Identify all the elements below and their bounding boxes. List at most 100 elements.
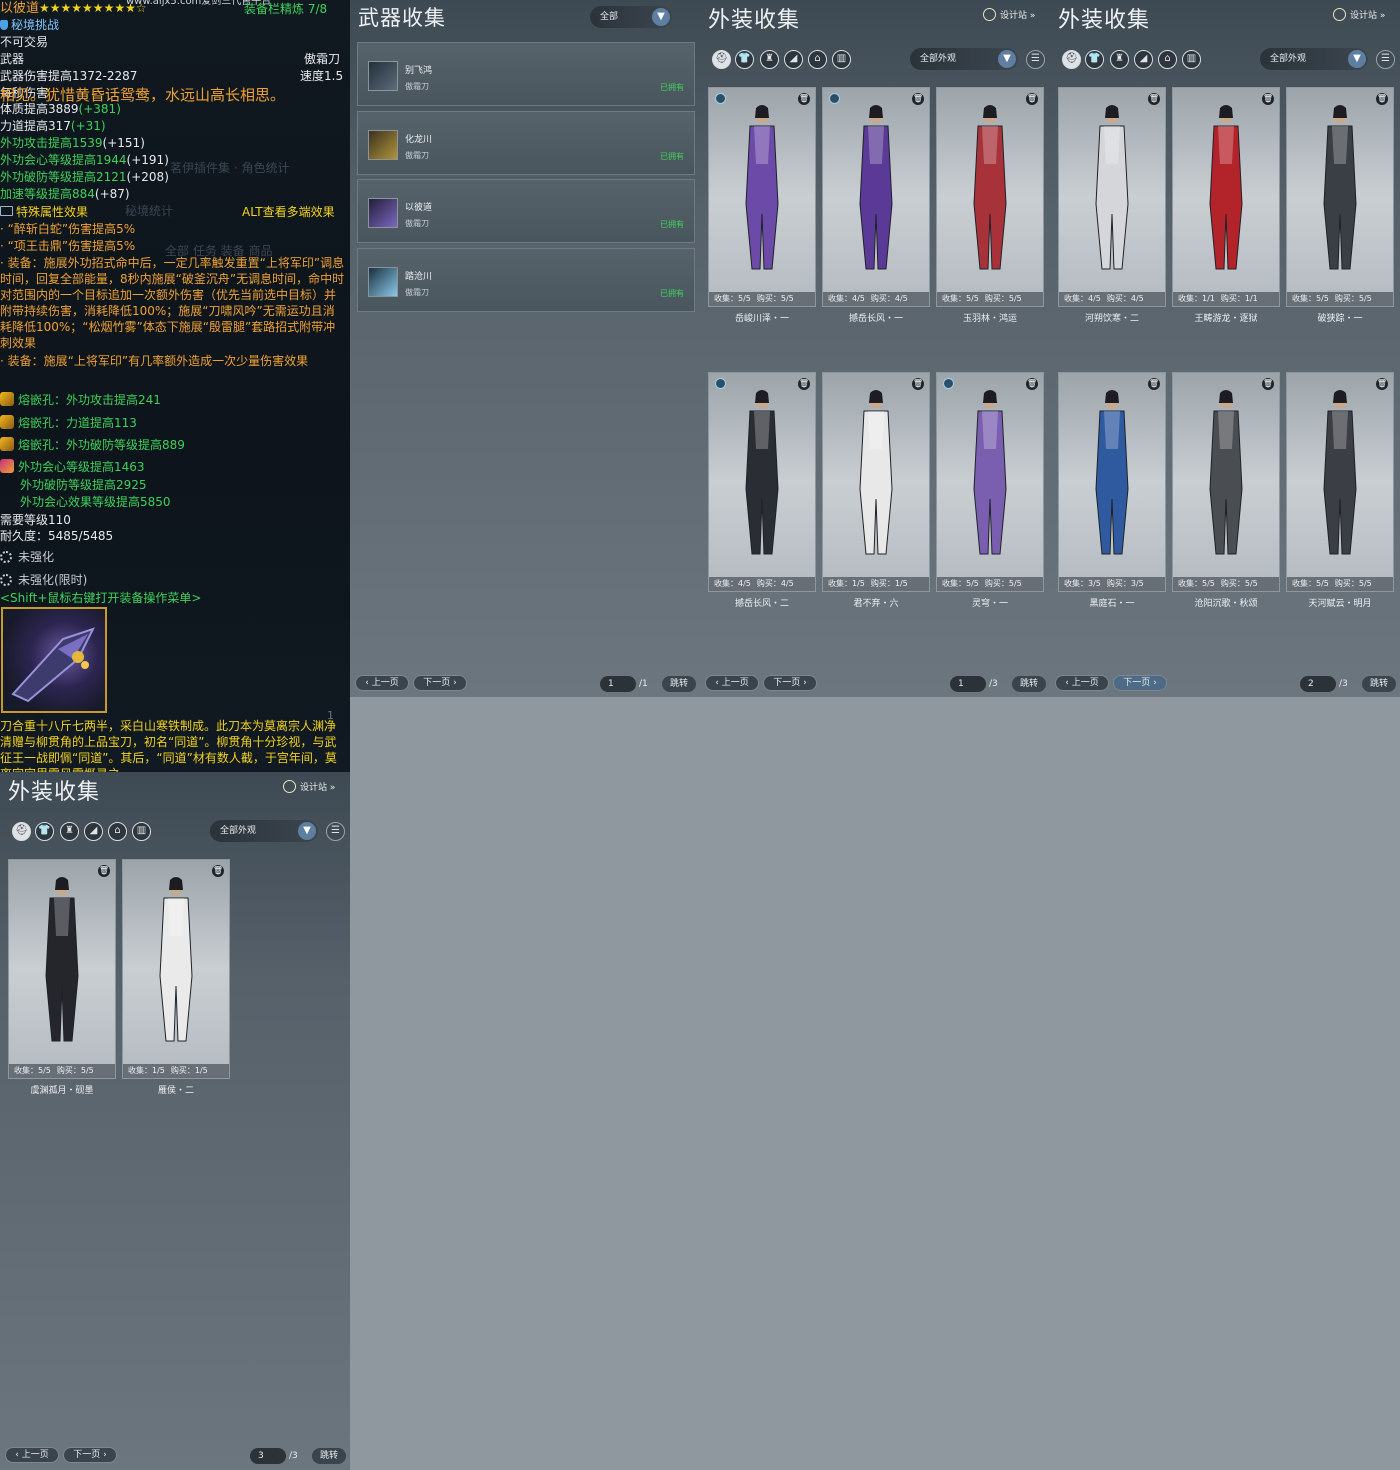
trash-icon[interactable]: 🗑 bbox=[212, 865, 224, 877]
gem-icon bbox=[0, 437, 14, 451]
outfit-name: 雁侯・二 bbox=[157, 1086, 194, 1096]
next-page-button[interactable]: 下一页 › bbox=[1113, 675, 1167, 691]
effect-3: · 装备：施展外功招式命中后，一定几率触发重置“上将军印”调息时间，回复全部能量… bbox=[0, 256, 345, 350]
weapon-type: 傲霜刀 bbox=[405, 288, 429, 297]
buy-count: 购买：5/5 bbox=[1334, 294, 1372, 303]
outfit-card[interactable]: 🗑 收集：1/5 购买：1/5 bbox=[122, 859, 230, 1079]
outfit-card[interactable]: 🗑 收集：3/5 购买：3/5 bbox=[1058, 372, 1166, 592]
designer-link[interactable]: 设计站 » bbox=[283, 780, 335, 793]
top-icon[interactable]: 👕 bbox=[735, 50, 754, 69]
collect-stats: 收集：5/5 购买：5/5 bbox=[9, 1064, 115, 1078]
item-description: 刀合重十八斤七两半，采白山寒铁制成。此刀本为莫离宗人渊净清赠与柳贯角的上品宝刀，… bbox=[0, 719, 337, 772]
designer-link[interactable]: 设计站 » bbox=[983, 8, 1035, 21]
waist-icon[interactable]: ♜ bbox=[60, 822, 79, 841]
outfit-card[interactable]: 🗑 收集：5/5 购买：5/5 bbox=[936, 87, 1044, 307]
trash-icon[interactable]: 🗑 bbox=[1026, 93, 1038, 105]
outfit-card[interactable]: 🗑 收集：5/5 购买：5/5 bbox=[708, 87, 816, 307]
outfit-card[interactable]: 🗑 收集：1/1 购买：1/1 bbox=[1172, 87, 1280, 307]
next-page-button[interactable]: 下一页 › bbox=[763, 675, 817, 691]
gear-icon bbox=[0, 551, 12, 563]
panel-title: 武器收集 bbox=[358, 6, 446, 30]
filter-settings-icon[interactable]: ☰ bbox=[1376, 50, 1395, 69]
trash-icon[interactable]: 🗑 bbox=[798, 378, 810, 390]
prev-page-button[interactable]: ‹ 上一页 bbox=[1055, 675, 1109, 691]
page-input[interactable]: 3 bbox=[250, 1448, 286, 1464]
hat-icon[interactable]: ⌂ bbox=[1158, 50, 1177, 69]
next-page-button[interactable]: 下一页 › bbox=[63, 1447, 117, 1463]
trash-icon[interactable]: 🗑 bbox=[1262, 93, 1274, 105]
trash-icon[interactable]: 🗑 bbox=[1376, 93, 1388, 105]
chevron-down-icon: ▼ bbox=[298, 822, 316, 840]
trash-icon[interactable]: 🗑 bbox=[1026, 378, 1038, 390]
trash-icon[interactable]: 🗑 bbox=[1262, 378, 1274, 390]
outfit-card[interactable]: 🗑 收集：5/5 购买：5/5 bbox=[8, 859, 116, 1079]
jump-button[interactable]: 跳转 bbox=[662, 676, 696, 692]
head-icon[interactable]: ⛑ bbox=[1062, 50, 1081, 69]
trash-icon[interactable]: 🗑 bbox=[798, 93, 810, 105]
outfit-card[interactable]: 🗑 收集：5/5 购买：5/5 bbox=[1172, 372, 1280, 592]
weapon-item[interactable]: 以彼道 傲霜刀 已拥有 bbox=[357, 179, 695, 243]
enchant-icon bbox=[0, 459, 14, 473]
weapon-filter-dropdown[interactable]: 全部 ▼ bbox=[590, 6, 672, 28]
jump-button[interactable]: 跳转 bbox=[1012, 676, 1046, 692]
waist-icon[interactable]: ♜ bbox=[760, 50, 779, 69]
outfit-card[interactable]: 🗑 收集：1/5 购买：1/5 bbox=[822, 372, 930, 592]
collect-stats: 收集：4/5 购买：4/5 bbox=[709, 577, 815, 591]
prev-page-button[interactable]: ‹ 上一页 bbox=[705, 675, 759, 691]
head-icon[interactable]: ⛑ bbox=[712, 50, 731, 69]
trash-icon[interactable]: 🗑 bbox=[1376, 378, 1388, 390]
filter-settings-icon[interactable]: ☰ bbox=[326, 822, 345, 841]
outfit-card[interactable]: 🗑 收集：4/5 购买：4/5 bbox=[822, 87, 930, 307]
collect-stats: 收集：5/5 购买：5/5 bbox=[1173, 577, 1279, 591]
jump-button[interactable]: 跳转 bbox=[1362, 676, 1396, 692]
designer-icon bbox=[983, 8, 996, 21]
outfit-filter-dropdown[interactable]: 全部外观 ▼ bbox=[1260, 48, 1368, 70]
outfit-card[interactable]: 🗑 收集：4/5 购买：4/5 bbox=[708, 372, 816, 592]
designer-link[interactable]: 设计站 » bbox=[1333, 8, 1385, 21]
prev-page-button[interactable]: ‹ 上一页 bbox=[355, 675, 409, 691]
pants-icon[interactable]: ▥ bbox=[132, 822, 151, 841]
jump-button[interactable]: 跳转 bbox=[312, 1448, 346, 1464]
collect-count: 收集：5/5 bbox=[14, 1066, 51, 1075]
filter-settings-icon[interactable]: ☰ bbox=[1026, 50, 1045, 69]
weapon-item[interactable]: 踏沧川 傲霜刀 已拥有 bbox=[357, 248, 695, 312]
weapon-item[interactable]: 别飞鸿 傲霜刀 已拥有 bbox=[357, 42, 695, 106]
page-input[interactable]: 1 bbox=[950, 676, 986, 692]
outfit-name: 王畴游龙・逐狱 bbox=[1194, 314, 1258, 324]
page-input[interactable]: 2 bbox=[1300, 676, 1336, 692]
buy-count: 购买：5/5 bbox=[984, 294, 1022, 303]
attr-strength: 力道提高317(+31) bbox=[0, 119, 106, 133]
prev-page-button[interactable]: ‹ 上一页 bbox=[5, 1447, 59, 1463]
trash-icon[interactable]: 🗑 bbox=[912, 93, 924, 105]
outfit-card[interactable]: 🗑 收集：5/5 购买：5/5 bbox=[936, 372, 1044, 592]
top-icon[interactable]: 👕 bbox=[1085, 50, 1104, 69]
outfit-card[interactable]: 🗑 收集：4/5 购买：4/5 bbox=[1058, 87, 1166, 307]
head-icon[interactable]: ⛑ bbox=[12, 822, 31, 841]
pants-icon[interactable]: ▥ bbox=[1182, 50, 1201, 69]
hat-icon[interactable]: ⌂ bbox=[108, 822, 127, 841]
weapon-item[interactable]: 化龙川 傲霜刀 已拥有 bbox=[357, 111, 695, 175]
outfit-card[interactable]: 🗑 收集：5/5 购买：5/5 bbox=[1286, 372, 1394, 592]
outfit-filter-dropdown[interactable]: 全部外观 ▼ bbox=[910, 48, 1018, 70]
cloak-icon[interactable]: ◢ bbox=[784, 50, 803, 69]
top-icon[interactable]: 👕 bbox=[35, 822, 54, 841]
outfit-filter-dropdown[interactable]: 全部外观 ▼ bbox=[210, 820, 318, 842]
outfit-card[interactable]: 🗑 收集：5/5 购买：5/5 bbox=[1286, 87, 1394, 307]
cloak-icon[interactable]: ◢ bbox=[84, 822, 103, 841]
item-source: 秘境挑战 bbox=[0, 17, 59, 33]
pants-icon[interactable]: ▥ bbox=[832, 50, 851, 69]
trade-status: 不可交易 bbox=[0, 35, 49, 49]
cloak-icon[interactable]: ◢ bbox=[1134, 50, 1153, 69]
collect-count: 收集：1/5 bbox=[128, 1066, 165, 1075]
trash-icon[interactable]: 🗑 bbox=[912, 378, 924, 390]
trash-icon[interactable]: 🗑 bbox=[1148, 378, 1160, 390]
page-input[interactable]: 1 bbox=[600, 676, 636, 692]
hat-icon[interactable]: ⌂ bbox=[808, 50, 827, 69]
next-page-button[interactable]: 下一页 › bbox=[413, 675, 467, 691]
enhance-status-2: 未强化(限时) bbox=[0, 572, 87, 588]
outfit-name: 天河赋云・明月 bbox=[1308, 599, 1372, 609]
waist-icon[interactable]: ♜ bbox=[1110, 50, 1129, 69]
trash-icon[interactable]: 🗑 bbox=[1148, 93, 1160, 105]
weapon-damage: 武器伤害提高1372-2287 bbox=[0, 69, 138, 83]
trash-icon[interactable]: 🗑 bbox=[98, 865, 110, 877]
